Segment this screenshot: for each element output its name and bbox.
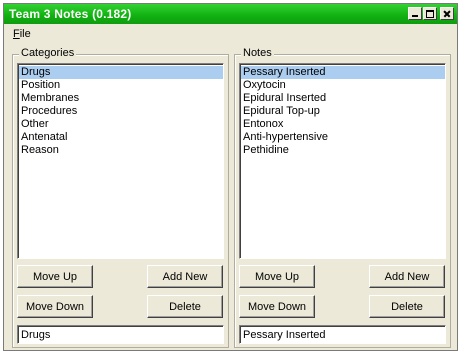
notes-list-item[interactable]: Epidural Inserted <box>241 92 445 105</box>
categories-list-item[interactable]: Other <box>19 118 223 131</box>
notes-listbox[interactable]: Pessary Inserted Oxytocin Epidural Inser… <box>239 63 446 259</box>
notes-delete-button[interactable]: Delete <box>369 295 445 318</box>
notes-group-label: Notes <box>241 47 274 59</box>
categories-add-new-button[interactable]: Add New <box>147 265 223 288</box>
menu-file[interactable]: File <box>11 27 33 41</box>
categories-listbox[interactable]: Drugs Position Membranes Procedures Othe… <box>17 63 224 259</box>
categories-list-item[interactable]: Position <box>19 79 223 92</box>
categories-list-item[interactable]: Reason <box>19 144 223 157</box>
categories-group: Categories Drugs Position Membranes Proc… <box>12 47 229 348</box>
notes-group: Notes Pessary Inserted Oxytocin Epidural… <box>234 47 451 348</box>
notes-list-item[interactable]: Anti-hypertensive <box>241 131 445 144</box>
categories-name-input[interactable] <box>17 325 224 344</box>
categories-list-item[interactable]: Antenatal <box>19 131 223 144</box>
categories-delete-button[interactable]: Delete <box>147 295 223 318</box>
notes-list-item[interactable]: Epidural Top-up <box>241 105 445 118</box>
notes-list-item[interactable]: Pethidine <box>241 144 445 157</box>
title-bar[interactable]: Team 3 Notes (0.182) <box>4 4 457 24</box>
notes-move-down-button[interactable]: Move Down <box>239 295 315 318</box>
notes-list-item[interactable]: Pessary Inserted <box>241 66 445 79</box>
categories-move-up-button[interactable]: Move Up <box>17 265 93 288</box>
menu-file-label: ile <box>19 28 31 40</box>
notes-add-new-button[interactable]: Add New <box>369 265 445 288</box>
categories-list-item[interactable]: Membranes <box>19 92 223 105</box>
notes-list-item[interactable]: Oxytocin <box>241 79 445 92</box>
categories-list-item[interactable]: Drugs <box>19 66 223 79</box>
caption-buttons <box>408 7 454 20</box>
window-title: Team 3 Notes (0.182) <box>9 7 132 21</box>
notes-list-item[interactable]: Entonox <box>241 118 445 131</box>
notes-name-input[interactable] <box>239 325 446 344</box>
categories-list-item[interactable]: Procedures <box>19 105 223 118</box>
close-button[interactable] <box>440 7 454 20</box>
app-window: Team 3 Notes (0.182) File Categories Dru… <box>3 3 458 351</box>
categories-group-label: Categories <box>19 47 77 59</box>
menu-file-accelerator: F <box>13 28 20 40</box>
categories-move-down-button[interactable]: Move Down <box>17 295 93 318</box>
notes-move-up-button[interactable]: Move Up <box>239 265 315 288</box>
maximize-button[interactable] <box>423 7 437 20</box>
minimize-button[interactable] <box>408 7 422 20</box>
menu-bar: File <box>4 25 457 43</box>
